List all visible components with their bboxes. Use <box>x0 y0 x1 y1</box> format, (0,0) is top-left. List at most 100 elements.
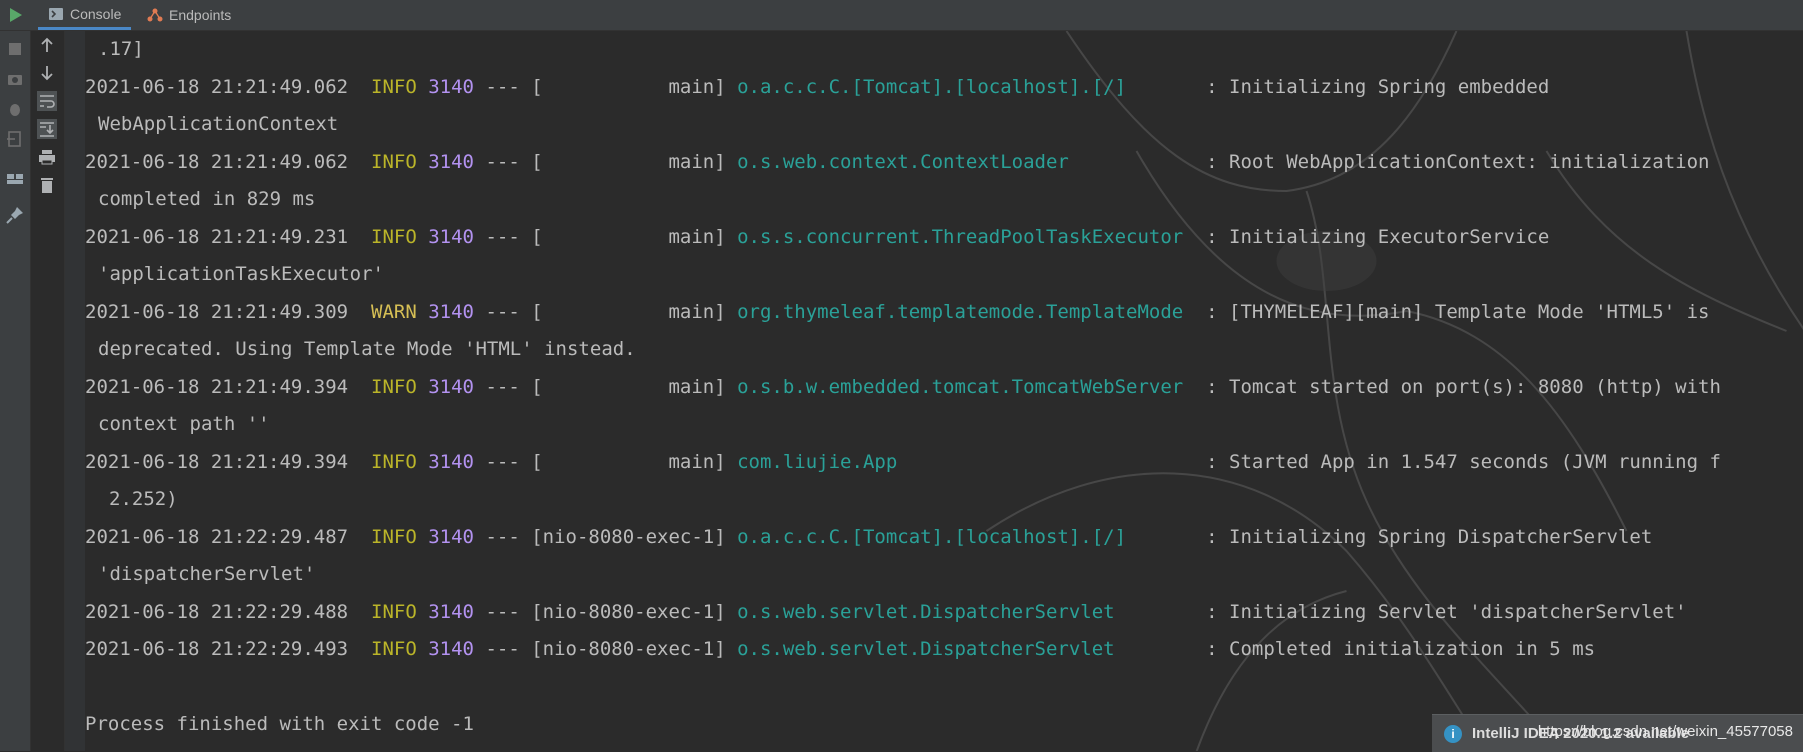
log-timestamp: 2021-06-18 21:22:29.488 <box>85 600 349 623</box>
log-logger[interactable]: org.thymeleaf.templatemode.TemplateMode <box>737 301 1183 323</box>
log-thread: --- [nio-8080-exec-1] <box>485 638 726 660</box>
log-timestamp: 2021-06-18 21:21:49.231 <box>85 225 349 248</box>
tab-label: Endpoints <box>169 7 232 23</box>
exit-icon[interactable] <box>5 129 25 149</box>
log-line: 2021-06-18 21:21:49.394 INFO 3140 --- [ … <box>85 444 1803 482</box>
log-line: 2021-06-18 21:21:49.231 INFO 3140 --- [ … <box>85 219 1803 257</box>
tool-window-header: Console Endpoints <box>0 0 1803 31</box>
log-timestamp: 2021-06-18 21:22:29.493 <box>85 638 349 660</box>
log-timestamp: 2021-06-18 21:21:49.394 <box>85 450 349 473</box>
soft-wrap-icon[interactable] <box>37 91 57 111</box>
log-thread: --- [ main] <box>485 75 726 98</box>
log-timestamp: 2021-06-18 21:21:49.062 <box>85 150 349 173</box>
log-message: : Started App in 1.547 seconds (JVM runn… <box>1206 450 1721 473</box>
log-logger[interactable]: o.s.b.w.embedded.tomcat.TomcatWebServer <box>737 376 1183 398</box>
log-continuation: deprecated. Using Template Mode 'HTML' i… <box>98 338 636 360</box>
log-message: : Root WebApplicationContext: initializa… <box>1206 150 1710 173</box>
log-thread: --- [ main] <box>485 300 726 323</box>
log-padding <box>1115 601 1195 623</box>
log-level: WARN <box>371 300 417 323</box>
log-pid: 3140 <box>428 150 474 173</box>
log-pid: 3140 <box>428 525 474 548</box>
log-continuation: completed in 829 ms <box>98 188 316 210</box>
tab-console[interactable]: Console <box>38 0 132 30</box>
log-padding <box>897 451 1194 473</box>
log-logger[interactable]: com.liujie.App <box>737 451 897 473</box>
log-thread: --- [ main] <box>485 450 726 473</box>
trash-icon[interactable] <box>37 175 57 195</box>
log-pid: 3140 <box>428 638 474 660</box>
log-level: INFO <box>371 525 417 548</box>
log-message: : Tomcat started on port(s): 8080 (http)… <box>1206 375 1721 398</box>
update-notification[interactable]: i IntelliJ IDEA 2020.1.2 available https… <box>1432 714 1803 752</box>
log-padding <box>1115 638 1195 660</box>
scroll-to-end-icon[interactable] <box>37 119 57 139</box>
log-padding <box>1183 376 1194 398</box>
log-line: 2021-06-18 21:21:49.062 INFO 3140 --- [ … <box>85 144 1803 182</box>
log-padding <box>1069 151 1195 173</box>
log-line: 2021-06-18 21:21:49.062 INFO 3140 --- [ … <box>85 69 1803 107</box>
arrow-up-icon[interactable] <box>37 35 57 55</box>
log-continuation: .17] <box>98 38 144 60</box>
log-level: INFO <box>371 450 417 473</box>
log-logger[interactable]: o.s.s.concurrent.ThreadPoolTaskExecutor <box>737 226 1183 248</box>
log-blank-line <box>85 669 1803 707</box>
log-timestamp: 2021-06-18 21:21:49.062 <box>85 75 349 98</box>
debug-icon[interactable] <box>5 99 25 119</box>
log-pid: 3140 <box>428 450 474 473</box>
log-thread: --- [ main] <box>485 375 726 398</box>
log-thread: --- [nio-8080-exec-1] <box>485 600 726 623</box>
log-logger[interactable]: o.s.web.servlet.DispatcherServlet <box>737 638 1115 660</box>
log-message: : Initializing Servlet 'dispatcherServle… <box>1206 600 1687 623</box>
camera-icon[interactable] <box>5 69 25 89</box>
log-timestamp: 2021-06-18 21:21:49.394 <box>85 375 349 398</box>
run-icon[interactable] <box>5 5 25 25</box>
log-pid: 3140 <box>428 75 474 98</box>
log-thread: --- [ main] <box>485 150 726 173</box>
log-message: : Initializing Spring embedded <box>1206 75 1550 98</box>
console-output[interactable]: .17] 2021-06-18 21:21:49.062 INFO 3140 -… <box>85 31 1803 751</box>
log-level: INFO <box>371 225 417 248</box>
info-icon: i <box>1444 724 1462 743</box>
log-logger[interactable]: o.a.c.c.C.[Tomcat].[localhost].[/] <box>737 76 1126 98</box>
log-message: : Initializing Spring DispatcherServlet <box>1206 525 1653 548</box>
log-level: INFO <box>371 150 417 173</box>
log-timestamp: 2021-06-18 21:21:49.309 <box>85 300 349 323</box>
log-continuation: WebApplicationContext <box>98 113 339 135</box>
log-continuation: 'applicationTaskExecutor' <box>98 263 384 285</box>
console-icon <box>49 7 63 20</box>
log-continuation: context path '' <box>98 413 270 435</box>
log-thread: --- [nio-8080-exec-1] <box>485 525 726 548</box>
pin-icon[interactable] <box>5 205 25 225</box>
log-line: 2021-06-18 21:22:29.487 INFO 3140 --- [n… <box>85 519 1803 557</box>
console-toolbar <box>31 31 65 751</box>
log-pid: 3140 <box>428 375 474 398</box>
log-logger[interactable]: o.s.web.context.ContextLoader <box>737 151 1069 173</box>
log-padding <box>1183 301 1194 323</box>
log-padding <box>1126 76 1195 98</box>
log-line: 2021-06-18 21:21:49.309 WARN 3140 --- [ … <box>85 294 1803 332</box>
stop-icon[interactable] <box>5 39 25 59</box>
log-continuation: 2.252) <box>109 488 178 510</box>
log-thread: --- [ main] <box>485 225 726 248</box>
log-level: INFO <box>371 375 417 398</box>
log-message: : Completed initialization in 5 ms <box>1206 638 1596 660</box>
log-timestamp: 2021-06-18 21:22:29.487 <box>85 525 349 548</box>
log-padding <box>1183 226 1194 248</box>
log-level: INFO <box>371 75 417 98</box>
log-line: 2021-06-18 21:21:49.394 INFO 3140 --- [ … <box>85 369 1803 407</box>
log-pid: 3140 <box>428 600 474 623</box>
log-level: INFO <box>371 638 417 660</box>
log-logger[interactable]: o.s.web.servlet.DispatcherServlet <box>737 601 1115 623</box>
log-logger[interactable]: o.a.c.c.C.[Tomcat].[localhost].[/] <box>737 526 1126 548</box>
log-padding <box>1126 526 1195 548</box>
endpoints-icon <box>147 8 163 22</box>
tab-endpoints[interactable]: Endpoints <box>137 0 241 30</box>
log-level: INFO <box>371 600 417 623</box>
log-pid: 3140 <box>428 300 474 323</box>
print-icon[interactable] <box>37 147 57 167</box>
layout-icon[interactable] <box>5 169 25 189</box>
arrow-down-icon[interactable] <box>37 63 57 83</box>
log-pid: 3140 <box>428 225 474 248</box>
tab-label: Console <box>70 5 122 22</box>
